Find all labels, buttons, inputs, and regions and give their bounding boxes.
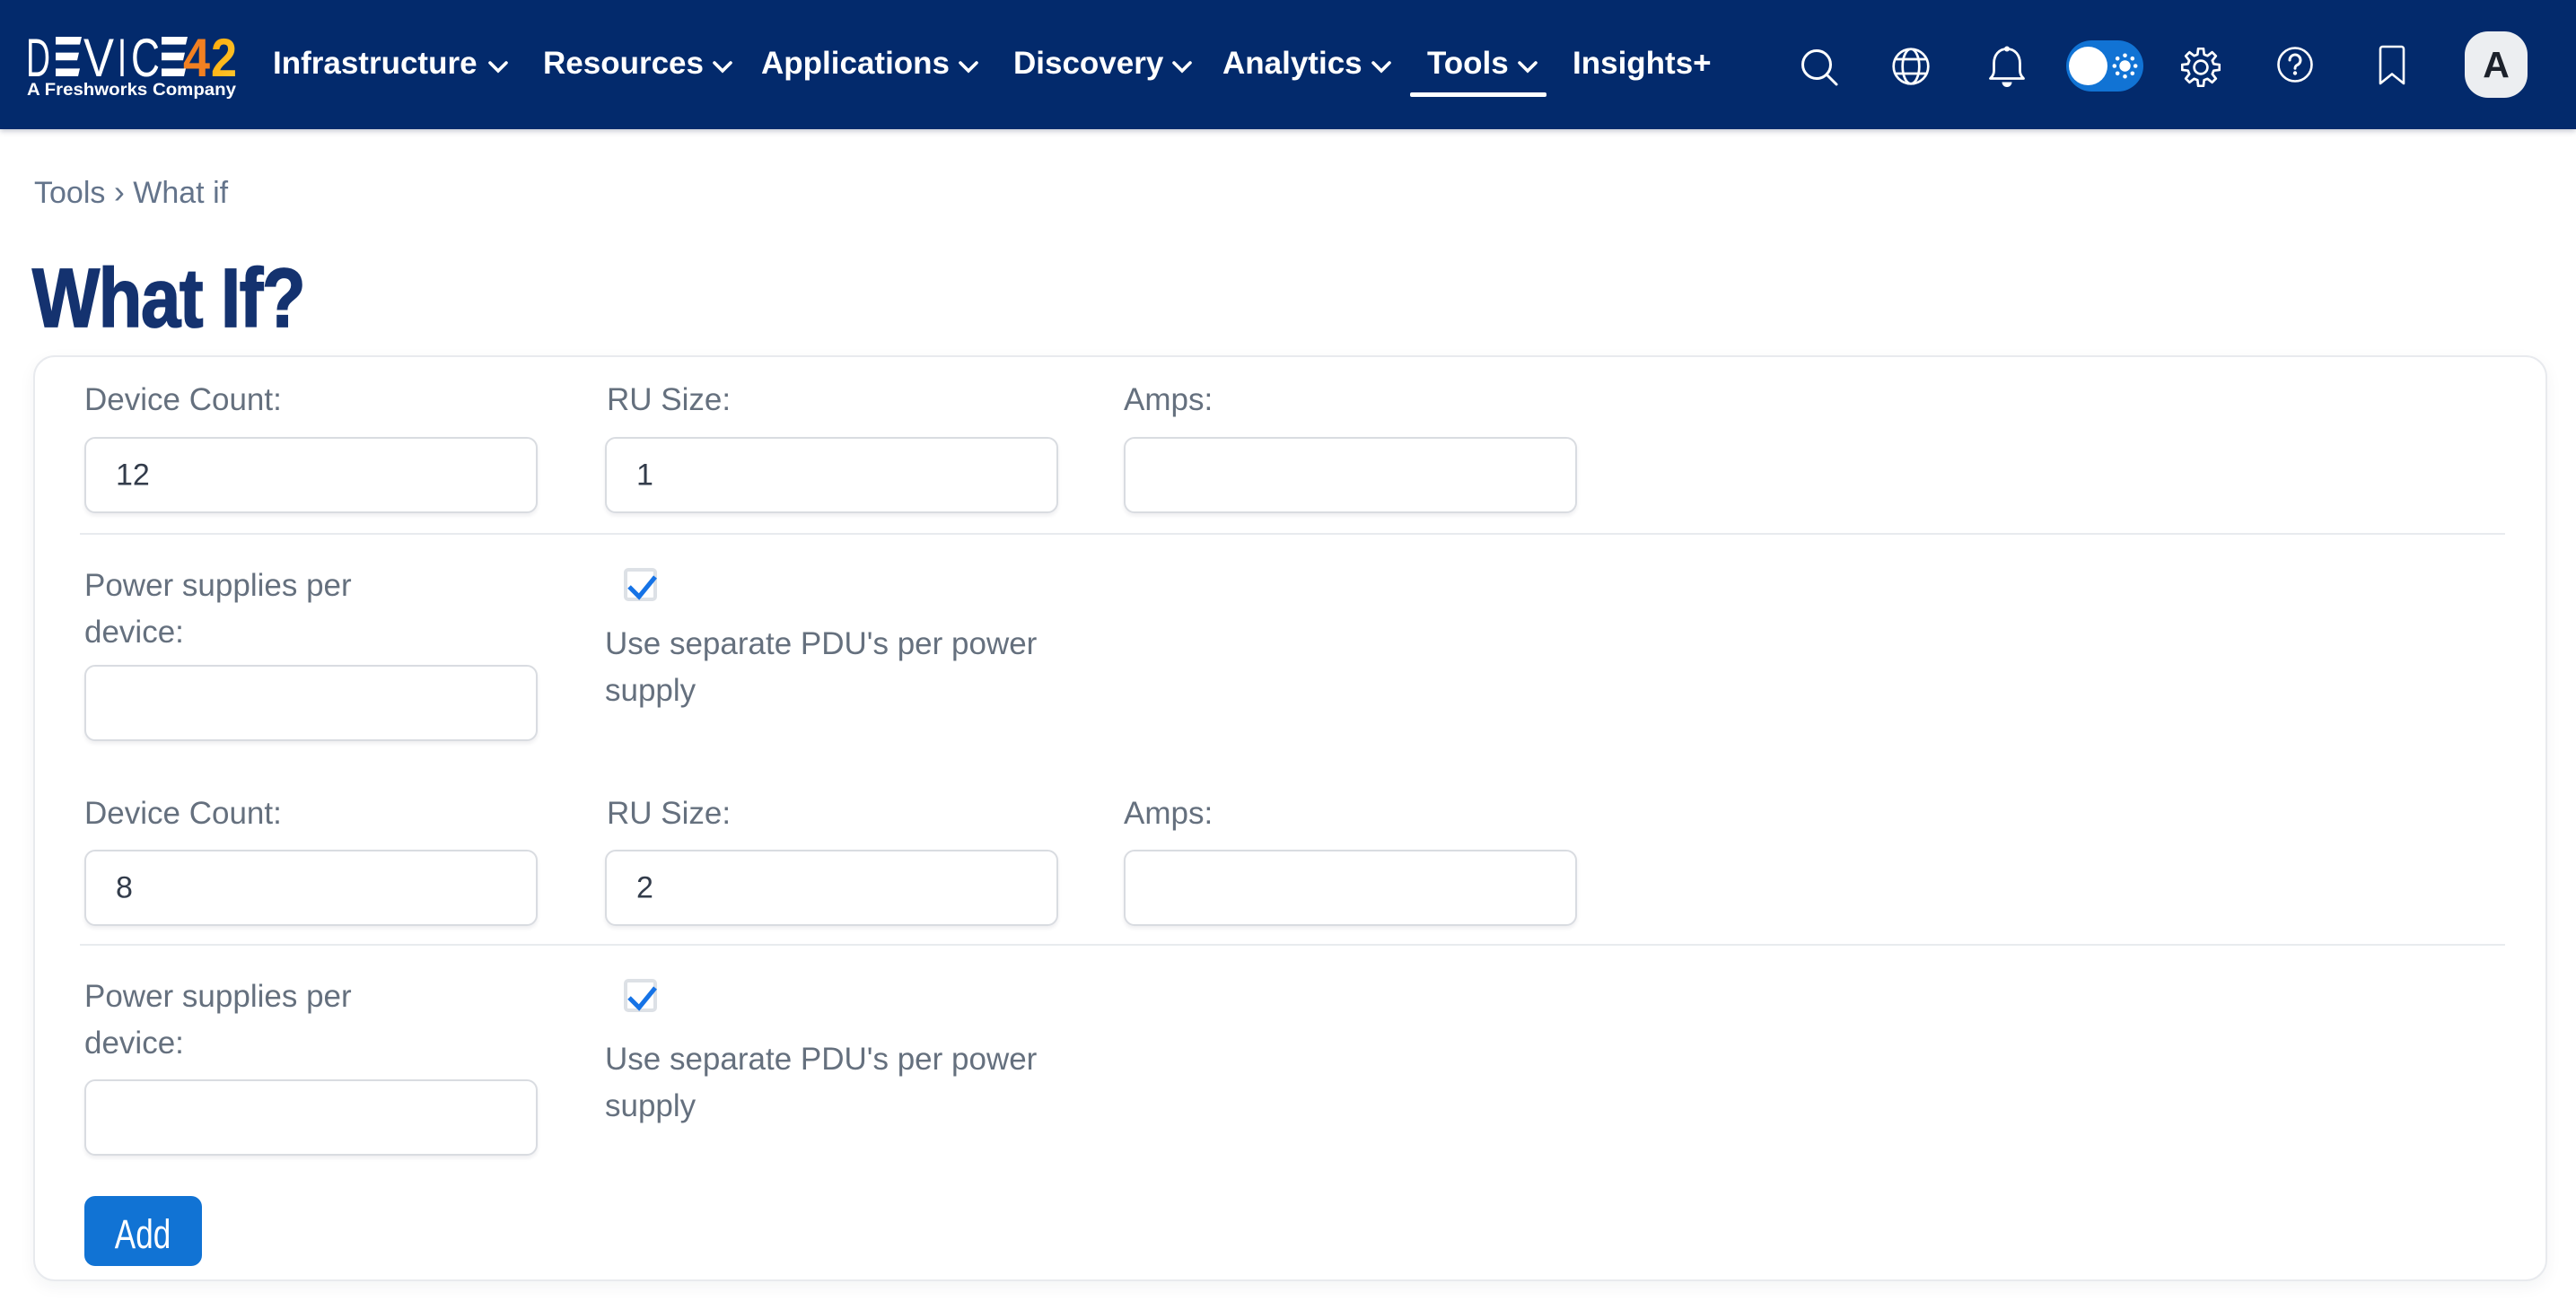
svg-text:A Freshworks Company: A Freshworks Company (27, 81, 236, 100)
svg-text:I: I (118, 32, 127, 88)
svg-text:D: D (26, 32, 50, 88)
svg-text:2: 2 (211, 32, 237, 88)
svg-text:C: C (131, 32, 160, 88)
svg-text:4: 4 (183, 32, 211, 88)
svg-text:V: V (83, 32, 114, 88)
